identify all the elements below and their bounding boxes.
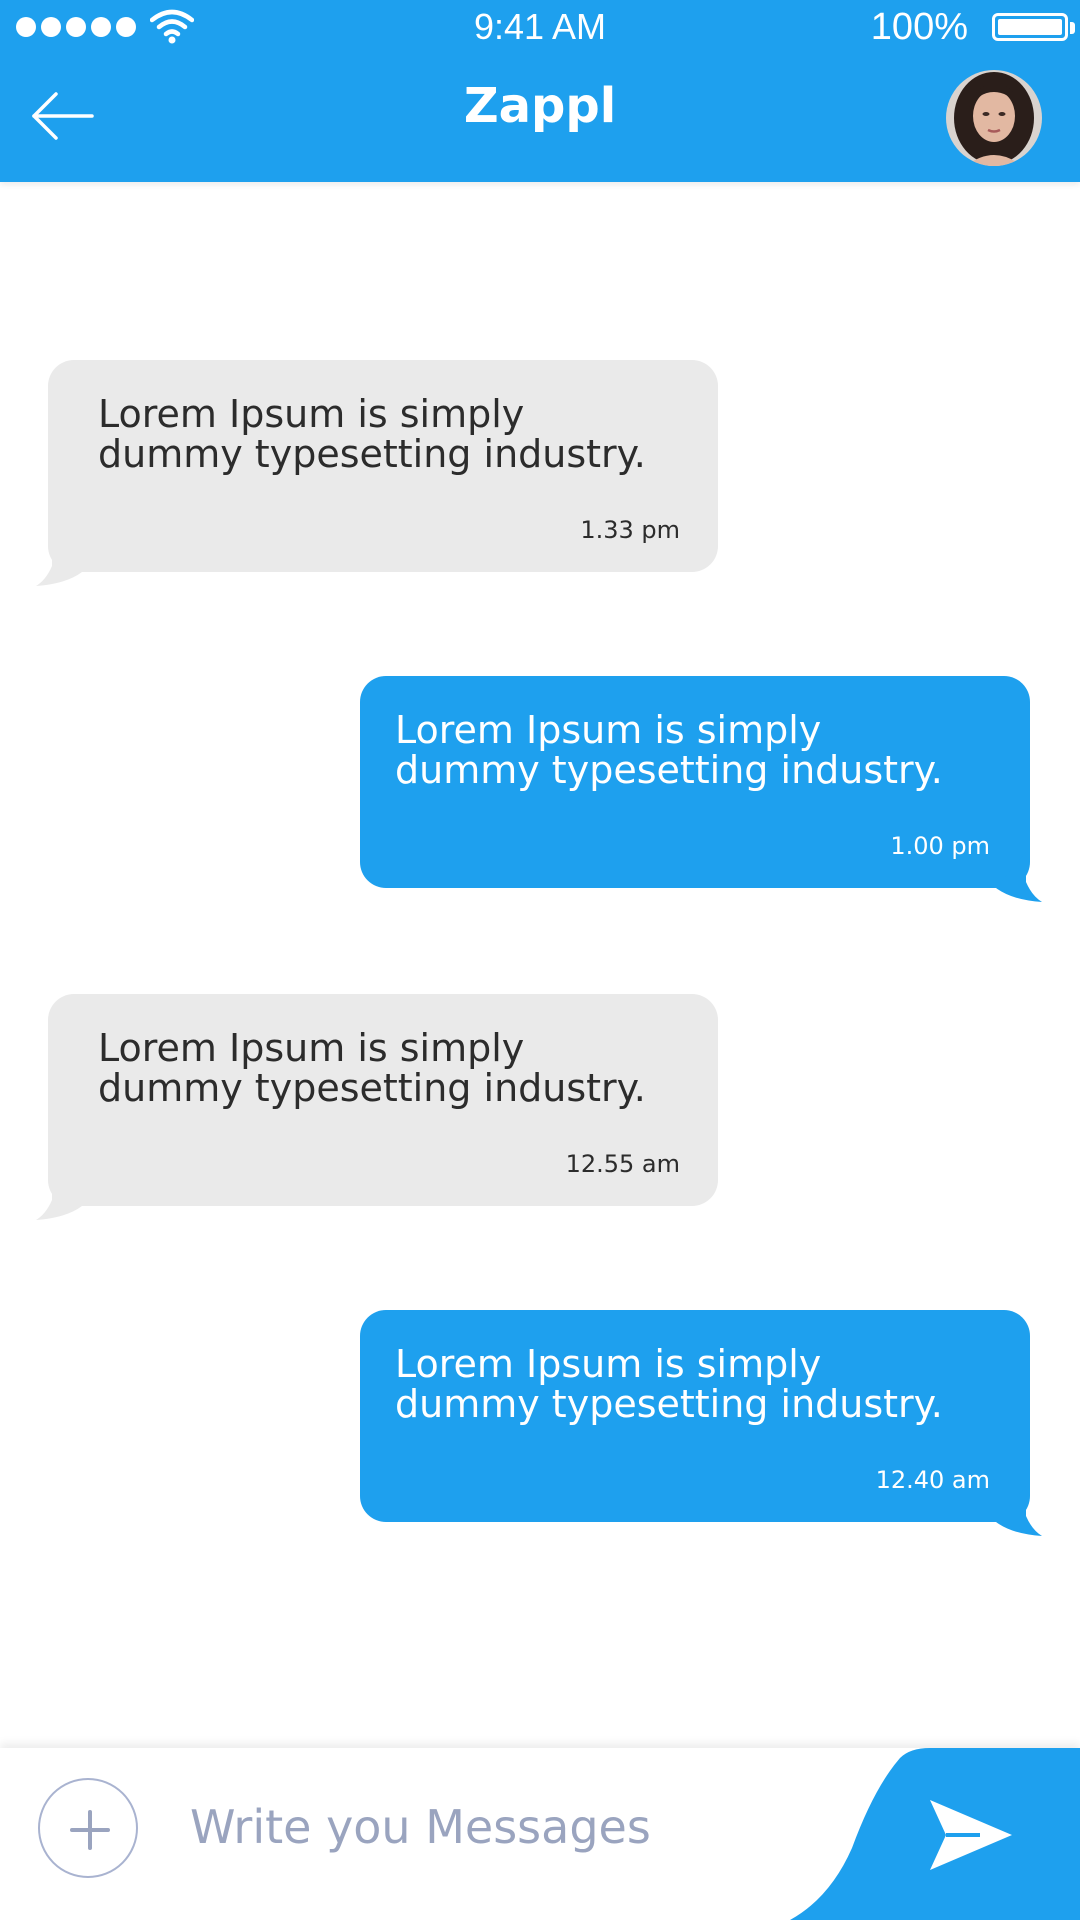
bubble-tail — [996, 1486, 1042, 1536]
message-text: Lorem Ipsum is simply dummy typesetting … — [395, 708, 943, 792]
status-bar: 9:41 AM 100% — [0, 0, 1080, 56]
message-timestamp: 1.33 pm — [580, 516, 680, 544]
message-bubble-incoming: Lorem Ipsum is simply dummy typesetting … — [36, 360, 718, 586]
plus-icon — [70, 1810, 110, 1850]
message-text: Lorem Ipsum is simply dummy typesetting … — [98, 392, 646, 476]
message-bubble-incoming: Lorem Ipsum is simply dummy typesetting … — [36, 994, 718, 1220]
battery-tip — [1070, 22, 1075, 34]
message-text: Lorem Ipsum is simply dummy typesetting … — [395, 1342, 943, 1426]
message-timestamp: 1.00 pm — [890, 832, 990, 860]
message-list: Lorem Ipsum is simply dummy typesetting … — [0, 182, 1080, 1748]
message-timestamp: 12.40 am — [875, 1466, 990, 1494]
message-input[interactable] — [190, 1782, 790, 1872]
avatar-image — [946, 70, 1042, 166]
add-attachment-button[interactable] — [38, 1778, 138, 1878]
message-text: Lorem Ipsum is simply dummy typesetting … — [98, 1026, 646, 1110]
message-composer — [0, 1748, 1080, 1920]
contact-avatar[interactable] — [946, 70, 1042, 166]
message-bubble-outgoing: Lorem Ipsum is simply dummy typesetting … — [360, 676, 1042, 902]
app-header: 9:41 AM 100% Zappl — [0, 0, 1080, 182]
message-timestamp: 12.55 am — [565, 1150, 680, 1178]
battery-percentage: 100% — [870, 6, 968, 48]
bubble-tail — [996, 852, 1042, 902]
send-icon — [930, 1800, 1012, 1870]
chat-screen: 9:41 AM 100% Zappl Lorem Ipsum is simply… — [0, 0, 1080, 1920]
bubble-tail — [36, 536, 82, 586]
page-title: Zappl — [463, 78, 617, 134]
battery-icon — [992, 13, 1068, 41]
bubble-tail — [36, 1170, 82, 1220]
battery-level — [998, 19, 1062, 35]
message-bubble-outgoing: Lorem Ipsum is simply dummy typesetting … — [360, 1310, 1042, 1536]
send-button[interactable] — [790, 1748, 1080, 1920]
